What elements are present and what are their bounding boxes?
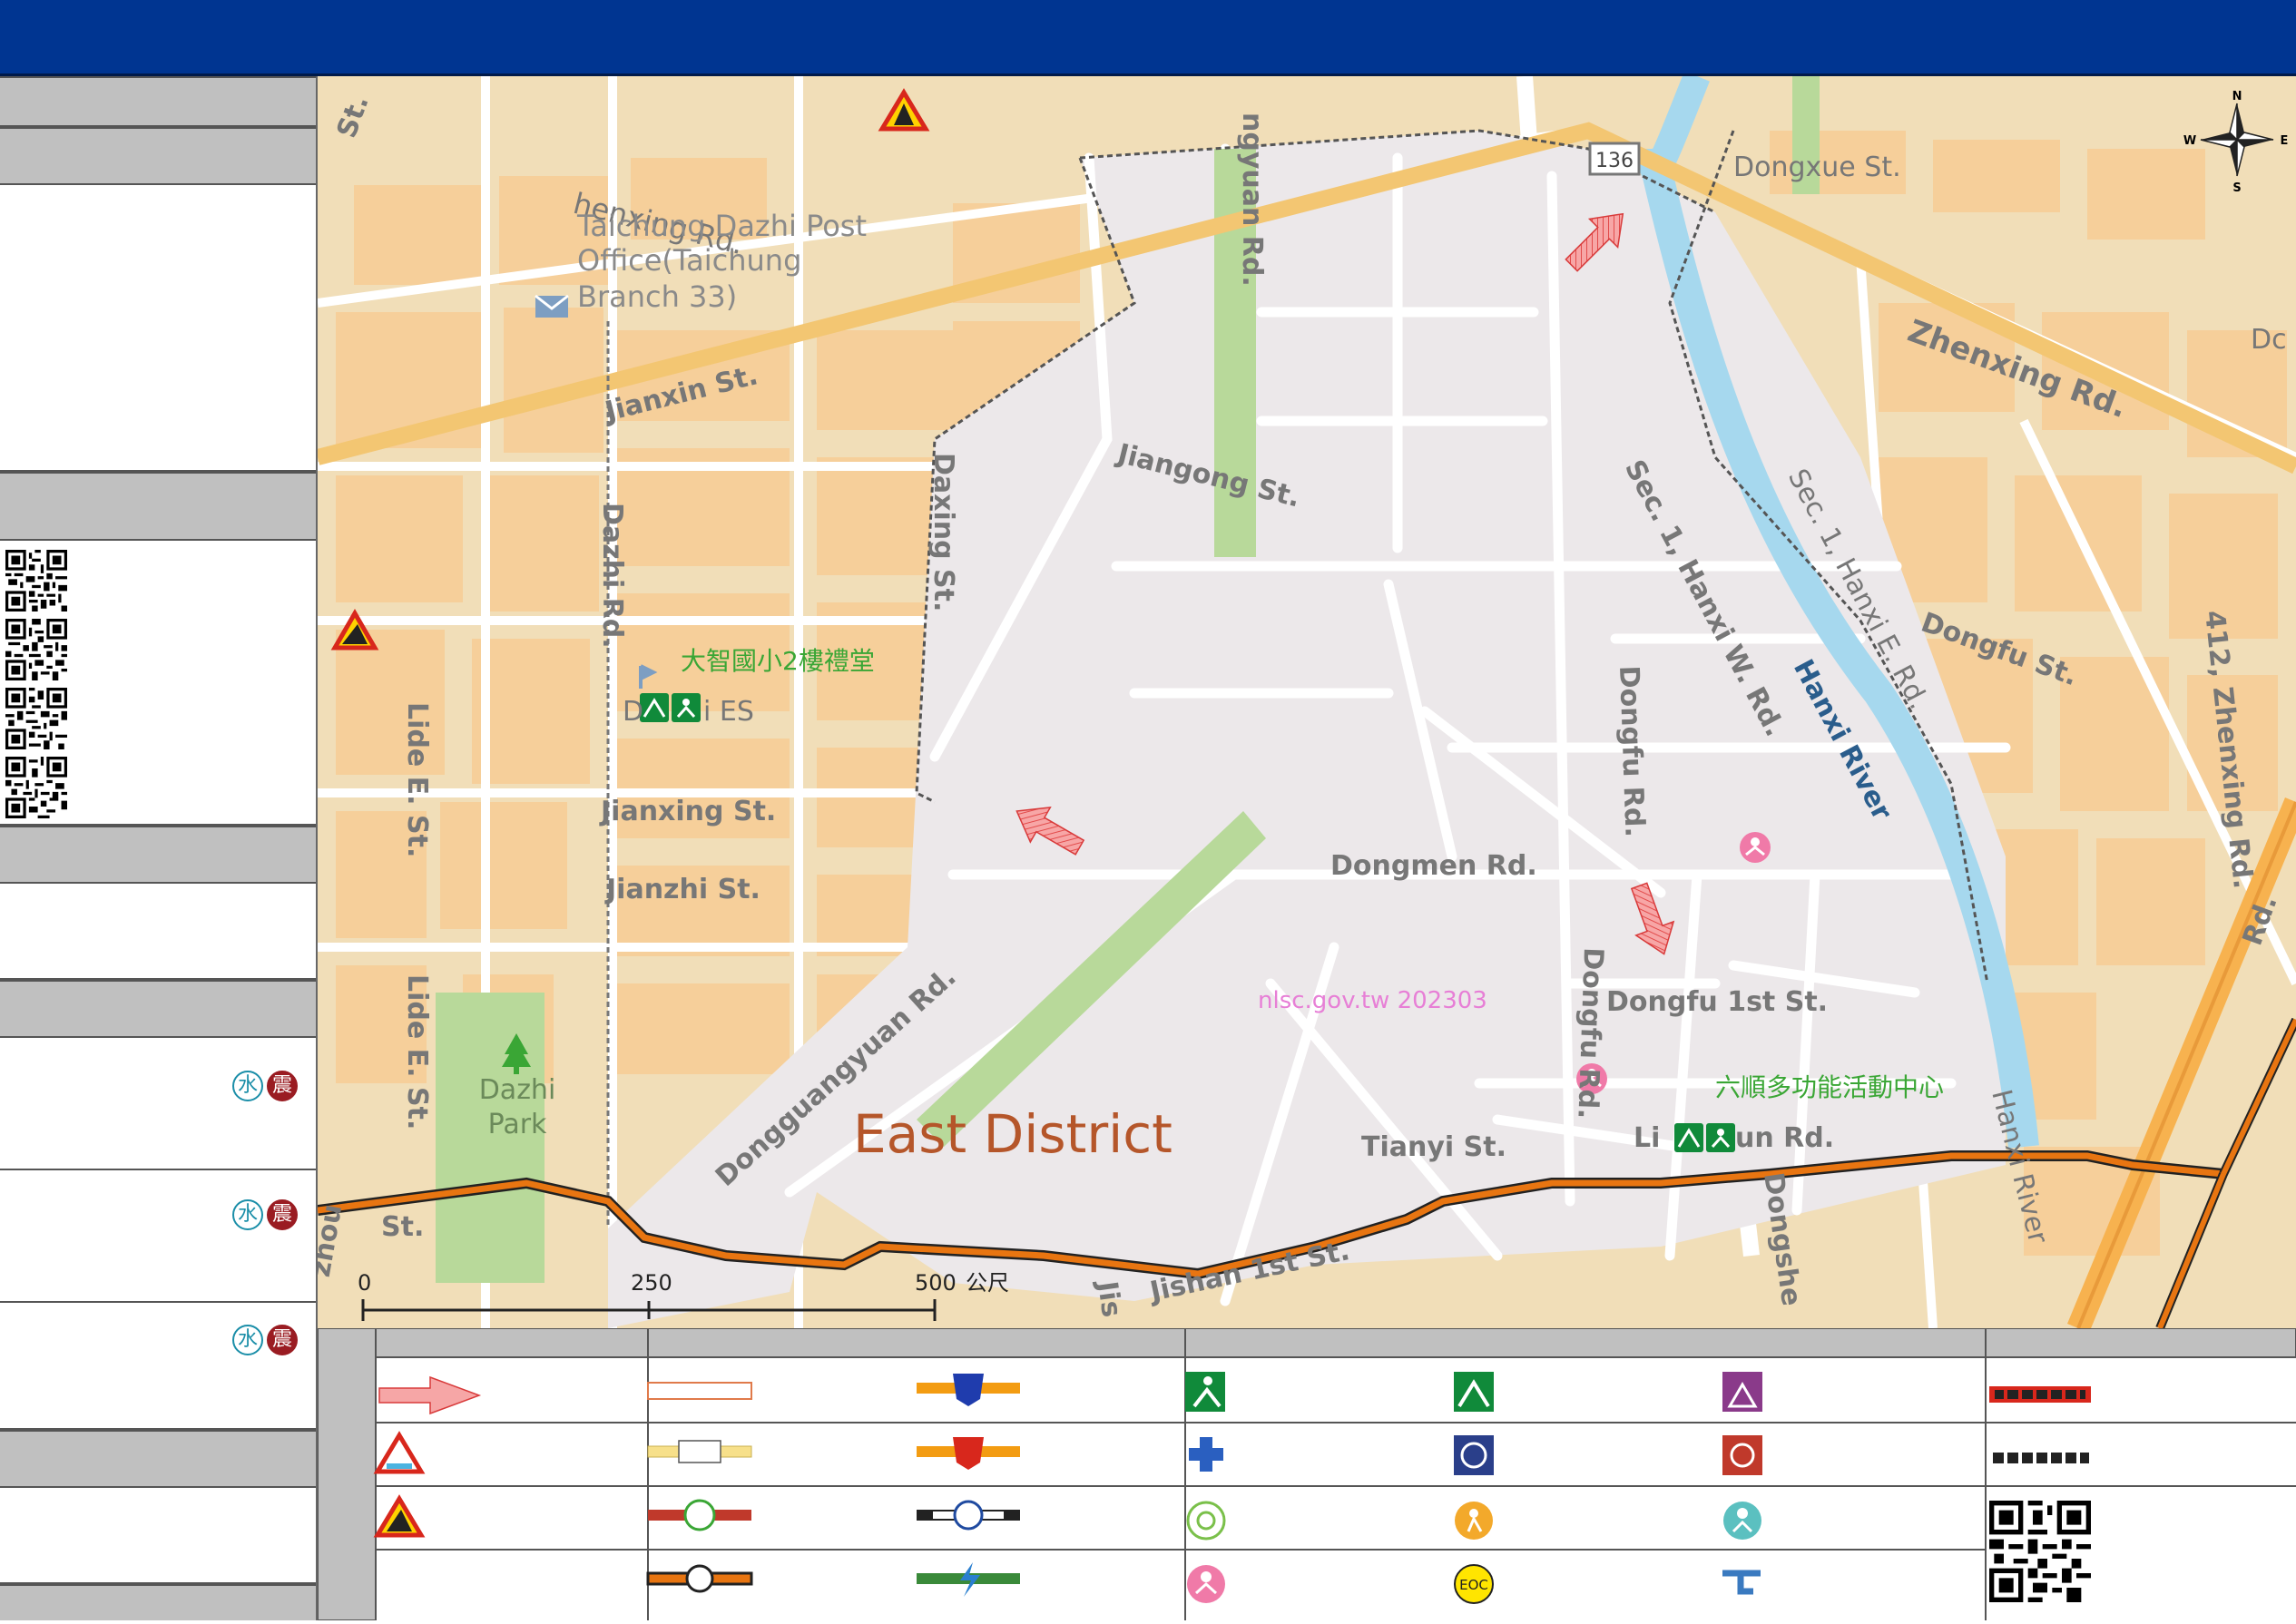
shelter-label: 六順多功能活動中心: [1715, 1072, 1944, 1102]
street-label: Dongfu Rd.: [1613, 665, 1651, 837]
street-label: Dongfu Rd.: [1571, 947, 1609, 1120]
police-legend-icon: [1454, 1435, 1494, 1475]
svg-text:500: 500: [915, 1270, 957, 1296]
svg-text:S: S: [2232, 181, 2241, 195]
svg-text:N: N: [2232, 90, 2242, 103]
evacuation-site-legend-icon: [1185, 1372, 1225, 1412]
shelter-entry-2: 水 震: [0, 1170, 316, 1303]
watermark: nlsc.gov.tw 202303: [1258, 987, 1487, 1014]
sidebar-header-1: [0, 76, 316, 127]
street-label: ngyuan Rd.: [1236, 113, 1268, 287]
svg-text:Taichung Dazhi Post: Taichung Dazhi Post: [576, 209, 867, 243]
qr-code-icon[interactable]: [5, 619, 67, 680]
earthquake-hazard-badge: 震: [267, 1325, 298, 1355]
street-label: Dc: [2251, 324, 2287, 356]
earthquake-hazard-badge: 震: [267, 1199, 298, 1230]
sidebar-section-description: [0, 185, 316, 472]
post-office-icon: [535, 294, 569, 318]
street-label: Jis: [1091, 1277, 1127, 1319]
route-136-shield: 136: [1588, 142, 1641, 176]
svg-text:0: 0: [358, 1270, 371, 1296]
street-label: Dongmen Rd.: [1330, 850, 1537, 882]
street-label: Dongxue St.: [1733, 152, 1901, 183]
svg-text:250: 250: [631, 1270, 672, 1296]
svg-text:Dazhi: Dazhi: [479, 1074, 556, 1106]
svg-text:E: E: [2281, 134, 2289, 148]
relief-station-legend-icon: [1722, 1372, 1762, 1412]
street-label: Dongfu 1st St.: [1606, 986, 1828, 1018]
qr-code-icon[interactable]: [5, 688, 67, 749]
street-label: Jianxing St.: [599, 796, 776, 827]
road-legend-icon: [647, 1382, 752, 1400]
elderly-legend-icon: [1455, 1502, 1493, 1540]
shelter-entry-3: 水 震: [0, 1303, 316, 1430]
sidebar-header-6: [0, 1430, 316, 1488]
svg-text:136: 136: [1595, 150, 1634, 172]
shelter-house-legend-icon: [1454, 1372, 1494, 1412]
eoc-legend-icon: EOC: [1454, 1564, 1494, 1604]
info-sidebar: 水 震 水 震 水 震: [0, 76, 318, 1620]
svg-text:Office(Taichung: Office(Taichung: [577, 243, 801, 278]
school-label: D: [623, 696, 643, 728]
qr-code-icon[interactable]: [1989, 1501, 2091, 1602]
shelter-label: 大智國小2樓禮堂: [681, 646, 875, 676]
flood-hazard-badge: 水: [232, 1071, 263, 1101]
street-label: Lide E. St.: [401, 702, 433, 857]
care-legend-icon: [1187, 1565, 1225, 1603]
svg-text:Branch 33): Branch 33): [577, 279, 737, 314]
svg-text:Park: Park: [488, 1109, 547, 1140]
childcare-legend-icon: [1723, 1502, 1761, 1540]
sidebar-header-5: [0, 980, 316, 1038]
svg-text:W: W: [2183, 134, 2196, 148]
sidebar-header-4: [0, 826, 316, 884]
svg-text:EOC: EOC: [1459, 1577, 1488, 1593]
street-label: Tianyi St.: [1361, 1131, 1506, 1163]
street-label: Dazhi Rd.: [596, 503, 628, 649]
evacuation-map[interactable]: 136 N S E W henxing Rd. Dongxue St. Zhen…: [318, 76, 2296, 1328]
district-label: East District: [853, 1103, 1173, 1165]
shelter-entry-1: 水 震: [0, 1038, 316, 1170]
flood-hazard-badge: 水: [232, 1199, 263, 1230]
street-label: Jianzhi St.: [604, 874, 760, 905]
sidebar-section-contact: [0, 884, 316, 980]
sidebar-header-3: [0, 472, 316, 541]
qr-code-icon[interactable]: [5, 550, 67, 611]
fire-station-legend-icon: [1722, 1435, 1762, 1475]
sidebar-header-7: [0, 1584, 316, 1620]
sidebar-section-qrcodes: [0, 541, 316, 826]
svg-text:公尺: 公尺: [966, 1270, 1009, 1296]
sidebar-header-2: [0, 127, 316, 185]
flood-hazard-badge: 水: [232, 1325, 263, 1355]
street-label: Lide E. St.: [401, 974, 433, 1130]
street-label: un Rd.: [1735, 1122, 1834, 1154]
boundary-legend-icon: [1989, 1386, 2091, 1403]
street-label: Li: [1634, 1122, 1660, 1154]
earthquake-hazard-badge: 震: [267, 1071, 298, 1101]
accessible-legend-icon: [1186, 1501, 1226, 1541]
qr-code-icon[interactable]: [5, 757, 67, 818]
title-bar: [0, 0, 2296, 76]
street-label: Daxing St.: [927, 453, 959, 611]
map-legend: EOC: [317, 1327, 2296, 1621]
school-label: i ES: [703, 696, 754, 728]
sidebar-section-notes: [0, 1488, 316, 1584]
street-label: St.: [381, 1211, 424, 1243]
